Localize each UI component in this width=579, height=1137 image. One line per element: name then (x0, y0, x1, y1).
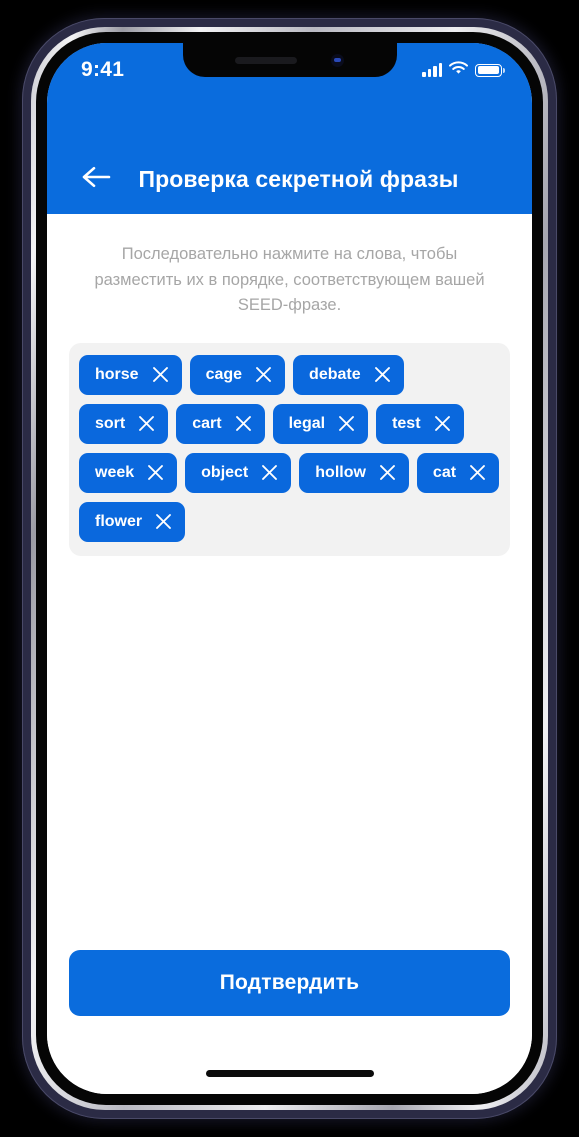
phone-metal-band: Проверка секретной фразы 9:41 Последоват… (31, 27, 548, 1110)
seed-word-label: hollow (315, 463, 366, 481)
seed-word-label: flower (95, 512, 143, 530)
close-x-icon[interactable] (261, 464, 278, 481)
seed-word-pool: horse cage debate sort cart legal test week obje… (69, 342, 510, 556)
close-x-icon[interactable] (379, 464, 396, 481)
earpiece-speaker-icon (235, 56, 297, 64)
seed-word-label: week (95, 463, 135, 481)
seed-word-label: cage (205, 365, 243, 383)
seed-word-label: sort (95, 414, 126, 432)
close-x-icon[interactable] (147, 464, 164, 481)
seed-word-chip[interactable]: legal (272, 403, 369, 444)
instruction-text: Последовательно нажмите на слова, чтобы … (94, 245, 485, 315)
seed-word-chip[interactable]: object (185, 452, 292, 493)
close-x-icon[interactable] (374, 366, 391, 383)
close-x-icon[interactable] (255, 366, 272, 383)
close-x-icon[interactable] (152, 366, 169, 383)
close-x-icon[interactable] (469, 464, 486, 481)
seed-word-chip[interactable]: cat (416, 452, 500, 493)
seed-word-chip[interactable]: horse (79, 354, 182, 395)
phone-bezel: Проверка секретной фразы 9:41 Последоват… (36, 32, 543, 1105)
status-time: 9:41 (81, 58, 125, 81)
close-x-icon[interactable] (155, 513, 172, 530)
seed-word-chip[interactable]: cage (189, 354, 286, 395)
battery-full-icon (475, 63, 505, 77)
seed-word-chip[interactable]: debate (293, 354, 404, 395)
arrow-left-icon (81, 165, 111, 194)
status-icons (422, 60, 505, 80)
seed-word-chip[interactable]: sort (79, 403, 169, 444)
close-x-icon[interactable] (235, 415, 252, 432)
close-x-icon[interactable] (138, 415, 155, 432)
phone-screen: Проверка секретной фразы 9:41 Последоват… (47, 43, 532, 1094)
seed-word-chip[interactable]: hollow (299, 452, 409, 493)
back-button[interactable] (65, 155, 127, 203)
confirm-button[interactable]: Подтвердить (69, 950, 510, 1016)
phone-notch (182, 43, 397, 77)
close-x-icon[interactable] (434, 415, 451, 432)
main-content: Последовательно нажмите на слова, чтобы … (47, 214, 532, 1094)
seed-word-label: cart (192, 414, 222, 432)
footer-actions: Подтвердить (69, 950, 510, 1016)
seed-word-chip[interactable]: cart (176, 403, 265, 444)
screenshot-stage: Проверка секретной фразы 9:41 Последоват… (0, 0, 579, 1137)
seed-word-label: legal (288, 414, 326, 432)
front-camera-icon (331, 53, 344, 67)
seed-word-chip[interactable]: week (79, 452, 178, 493)
phone-device-frame: Проверка секретной фразы 9:41 Последоват… (22, 18, 557, 1119)
signal-bars-icon (422, 63, 442, 77)
home-indicator[interactable] (205, 1070, 374, 1077)
wifi-icon (449, 60, 468, 80)
seed-word-label: debate (309, 365, 361, 383)
seed-word-label: horse (95, 365, 139, 383)
seed-word-label: cat (432, 463, 457, 481)
close-x-icon[interactable] (338, 415, 355, 432)
seed-word-label: test (392, 414, 421, 432)
seed-word-label: object (201, 463, 249, 481)
app-bar-row: Проверка секретной фразы (47, 151, 532, 207)
page-title: Проверка секретной фразы (138, 165, 459, 192)
seed-word-chip[interactable]: test (376, 403, 464, 444)
seed-word-chip[interactable]: flower (79, 501, 186, 542)
